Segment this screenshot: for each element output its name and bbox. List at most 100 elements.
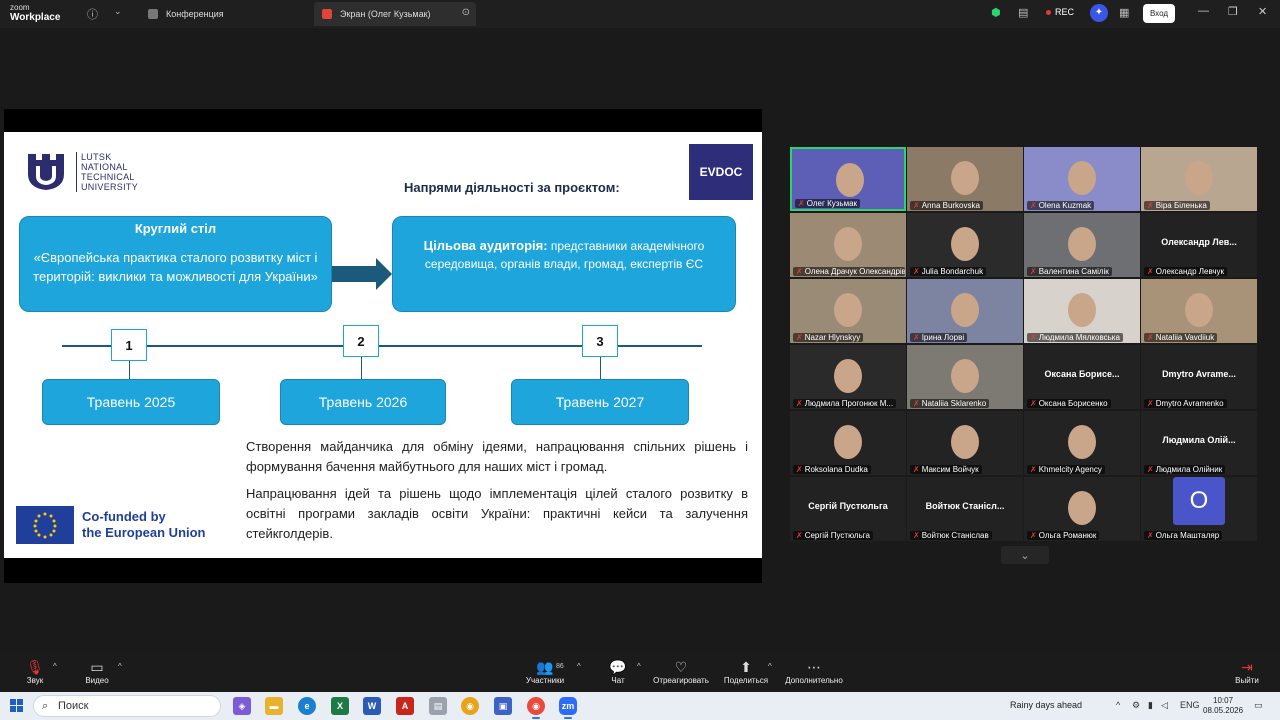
participant-tile[interactable]: O ✗ Ольга Машталяр bbox=[1141, 477, 1257, 541]
audio-button[interactable]: 🎙 Звук bbox=[22, 658, 48, 685]
copilot-icon[interactable]: ◈ bbox=[233, 697, 251, 715]
share-button[interactable]: ⬆ Поделиться bbox=[722, 658, 770, 685]
info-icon[interactable]: ⓘ bbox=[87, 6, 98, 22]
participant-video-face bbox=[951, 425, 979, 459]
mic-muted-icon: ✗ bbox=[1030, 531, 1037, 540]
tray-app-icon[interactable]: ⚙ bbox=[1132, 700, 1140, 711]
mic-muted-icon: ✗ bbox=[1147, 333, 1154, 342]
chevron-down-icon[interactable]: ⌄ bbox=[114, 6, 122, 17]
tab-screen-share[interactable]: Экран (Олег Кузьмак) ⊙ bbox=[314, 2, 476, 26]
volume-icon[interactable]: ◁ bbox=[1161, 700, 1168, 711]
security-shield-icon[interactable]: ⬢ bbox=[991, 6, 1001, 19]
video-button[interactable]: ▭ Видео bbox=[82, 658, 112, 685]
chat-options-caret[interactable]: ^ bbox=[637, 662, 641, 671]
participant-tile[interactable]: ✗ Віра Біленька bbox=[1141, 147, 1257, 211]
participant-tile[interactable]: ✗ Валентина Самілік bbox=[1024, 213, 1140, 277]
participant-tile[interactable]: ✗ Khmelcity Agency bbox=[1024, 411, 1140, 475]
notifications-icon[interactable]: ▭ bbox=[1254, 700, 1263, 711]
rec-indicator[interactable]: REC bbox=[1046, 7, 1074, 17]
participant-name-label: ✗ Roksolana Dudka bbox=[793, 465, 871, 474]
participant-tile[interactable]: ✗ Максим Войчук bbox=[907, 411, 1023, 475]
step-number: 2 bbox=[343, 325, 379, 357]
participant-tile[interactable]: ✗ Олег Кузьмак bbox=[790, 147, 906, 211]
close-icon[interactable]: ✕ bbox=[1258, 5, 1267, 18]
participant-video-face bbox=[834, 293, 862, 327]
chat-button[interactable]: 💬 Чат bbox=[606, 658, 630, 685]
more-icon: ⋯ bbox=[807, 659, 821, 675]
participant-display-name: Войтюк Станісл... bbox=[925, 501, 1005, 511]
participant-tile[interactable]: Оксана Борисе... ✗ Оксана Борисенко bbox=[1024, 345, 1140, 409]
participant-tile[interactable]: ✗ Roksolana Dudka bbox=[790, 411, 906, 475]
participant-tile[interactable]: Людмила Олій... ✗ Людмила Олійник bbox=[1141, 411, 1257, 475]
participant-tile[interactable]: ✗ Людмила Мялковська bbox=[1024, 279, 1140, 343]
participant-tile[interactable]: Сергій Пустюльга ✗ Сергій Пустюльга bbox=[790, 477, 906, 541]
participant-tile[interactable]: ✗ Ірина Лорві bbox=[907, 279, 1023, 343]
weather-widget[interactable]: Rainy days ahead bbox=[1010, 700, 1082, 710]
participant-tile[interactable]: ✗ Anna Burkovska bbox=[907, 147, 1023, 211]
participant-tile[interactable]: ✗ Julia Bondarchuk bbox=[907, 213, 1023, 277]
chrome-profile-icon[interactable]: ◉ bbox=[527, 697, 545, 719]
more-button[interactable]: ⋯ Дополнительно bbox=[784, 658, 844, 685]
participant-tile[interactable]: ✗ Олена Драчук Олександрівна bbox=[790, 213, 906, 277]
participant-name-label: ✗ Оксана Борисенко bbox=[1027, 399, 1111, 408]
participant-tile[interactable]: ✗ Nataliia Sklarenko bbox=[907, 345, 1023, 409]
restore-icon[interactable]: ❐ bbox=[1228, 5, 1238, 18]
leave-button[interactable]: ⇥ Выйти bbox=[1233, 658, 1261, 685]
participant-video-face bbox=[836, 163, 864, 197]
mic-muted-icon: ✗ bbox=[913, 201, 920, 210]
participant-video-face bbox=[834, 359, 862, 393]
mic-muted-icon: ✗ bbox=[1147, 267, 1154, 276]
more-options-icon[interactable]: ⊙ bbox=[462, 7, 470, 18]
participant-tile[interactable]: ✗ Nazar Hlynskyy bbox=[790, 279, 906, 343]
excel-icon[interactable]: X bbox=[331, 697, 349, 715]
participant-tile[interactable]: ✗ Ольга Романюк bbox=[1024, 477, 1140, 541]
participant-tile[interactable]: ✗ Nataliia Vavdiiuk bbox=[1141, 279, 1257, 343]
taskbar-clock[interactable]: 10:07 08.05.2026 bbox=[1203, 696, 1243, 716]
layout-icon[interactable]: ▦ bbox=[1119, 6, 1129, 19]
share-options-caret[interactable]: ^ bbox=[768, 662, 772, 671]
windows-start-icon[interactable] bbox=[10, 699, 24, 713]
screen-share-icon bbox=[322, 9, 332, 19]
participant-tile[interactable]: ✗ Людмила Прогонюк М... bbox=[790, 345, 906, 409]
file-explorer-icon[interactable]: ▬ bbox=[265, 697, 283, 715]
mic-muted-icon: ✗ bbox=[1147, 201, 1154, 210]
mic-muted-icon: ✗ bbox=[796, 333, 803, 342]
share-screen-icon: ⬆ bbox=[740, 659, 752, 675]
language-indicator[interactable]: ENG bbox=[1180, 700, 1200, 710]
tray-chevron-icon[interactable]: ^ bbox=[1116, 700, 1120, 710]
printer-icon[interactable]: ▤ bbox=[429, 697, 447, 715]
participant-name-label: ✗ Khmelcity Agency bbox=[1027, 465, 1105, 474]
participant-name-label: ✗ Олександр Левчук bbox=[1144, 267, 1228, 276]
tab-conference[interactable]: Конференция bbox=[140, 2, 312, 26]
minimize-icon[interactable]: — bbox=[1198, 5, 1209, 17]
participant-tile[interactable]: Олександр Лев... ✗ Олександр Левчук bbox=[1141, 213, 1257, 277]
leave-icon: ⇥ bbox=[1241, 659, 1253, 675]
react-button[interactable]: ♡ Отреагировать bbox=[652, 658, 710, 685]
word-icon[interactable]: W bbox=[363, 697, 381, 715]
edge-icon[interactable]: e bbox=[298, 697, 316, 715]
notes-icon[interactable]: ▤ bbox=[1018, 6, 1028, 19]
chrome-icon[interactable]: ◉ bbox=[461, 697, 479, 715]
evdoc-logo: EVDOC bbox=[689, 144, 753, 200]
slide-paragraph: Напрацювання ідей та рішень щодо імплеме… bbox=[246, 486, 748, 541]
participant-tile[interactable]: Войтюк Станісл... ✗ Войтюк Станіслав bbox=[907, 477, 1023, 541]
participants-options-caret[interactable]: ^ bbox=[577, 662, 581, 671]
participant-video-face bbox=[951, 161, 979, 195]
participant-tile[interactable]: ✗ Olena Kuzmak bbox=[1024, 147, 1140, 211]
save-icon[interactable]: ▣ bbox=[494, 697, 512, 715]
eu-cofunded-label: Co-funded by the European Union bbox=[82, 509, 206, 540]
ai-companion-icon[interactable]: ✦ bbox=[1090, 4, 1108, 22]
participant-tile[interactable]: Dmytro Avrame... ✗ Dmytro Avramenko bbox=[1141, 345, 1257, 409]
participants-count: 86 bbox=[556, 663, 564, 670]
taskbar-search-input[interactable]: ⌕ Поиск bbox=[33, 695, 221, 717]
audio-options-caret[interactable]: ^ bbox=[53, 662, 57, 671]
participant-video-face bbox=[1068, 293, 1096, 327]
login-button[interactable]: Вход bbox=[1143, 4, 1175, 23]
search-icon: ⌕ bbox=[42, 700, 49, 712]
zoom-app-icon[interactable]: zm bbox=[559, 697, 577, 719]
meeting-toolbar: 🎙 Звук ^ ▭ Видео ^ 👥 Участники ^ 💬 Чат ^… bbox=[0, 654, 1280, 692]
gallery-scroll-down-button[interactable]: ⌄ bbox=[1001, 546, 1049, 564]
meeting-icon bbox=[148, 9, 158, 19]
pdf-reader-icon[interactable]: A bbox=[396, 697, 414, 715]
video-options-caret[interactable]: ^ bbox=[118, 662, 122, 671]
